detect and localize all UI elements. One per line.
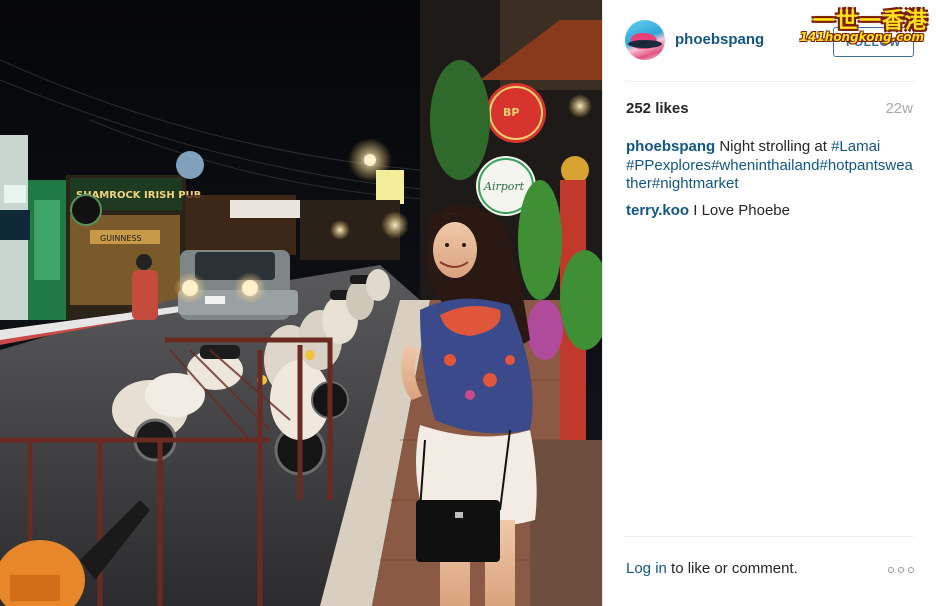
hashtag-link[interactable]: #nightmarket: [652, 175, 739, 192]
follow-button[interactable]: FOLLOW: [833, 27, 914, 57]
comment-list: phoebspang Night strolling at #Lamai #PPe…: [626, 138, 916, 228]
post-photo[interactable]: SHAMROCK IRISH PUB GUINNESS BP Airport: [0, 0, 602, 606]
comment-item: phoebspang Night strolling at #Lamai #PPe…: [626, 138, 916, 194]
dot-shape: [898, 567, 904, 573]
avatar-image-shape: [628, 40, 662, 48]
more-dots-icon[interactable]: [888, 565, 914, 575]
night-street-photo: SHAMROCK IRISH PUB GUINNESS BP Airport: [0, 0, 602, 606]
guinness-sign-text: GUINNESS: [100, 234, 142, 243]
footer-divider: [625, 536, 914, 537]
hashtag-link[interactable]: #Lamai: [831, 138, 880, 155]
post-time[interactable]: 22w: [885, 100, 913, 117]
avatar[interactable]: [625, 20, 665, 60]
dot-shape: [908, 567, 914, 573]
username-link[interactable]: phoebspang: [675, 31, 764, 48]
comment-text: Night strolling at: [719, 138, 832, 155]
svg-text:BP: BP: [503, 106, 519, 119]
hashtag-link[interactable]: #PPexplores: [626, 157, 711, 174]
post-info-panel: phoebspang FOLLOW 252 likes 22w phoebspa…: [602, 0, 936, 606]
likes-count[interactable]: 252 likes: [626, 100, 689, 117]
comment-item: terry.koo I Love Phoebe: [626, 202, 916, 221]
login-prompt-text: to like or comment.: [671, 560, 798, 577]
header-divider: [625, 81, 914, 82]
airport-sign-text: Airport: [483, 180, 525, 193]
post-header: phoebspang FOLLOW: [603, 0, 936, 82]
hashtag-link[interactable]: #wheninthailand: [711, 157, 819, 174]
comment-username[interactable]: phoebspang: [626, 138, 719, 155]
login-prompt: Log in to like or comment.: [626, 560, 798, 577]
comment-username[interactable]: terry.koo: [626, 202, 693, 219]
comment-text: I Love Phoebe: [693, 201, 790, 219]
login-link[interactable]: Log in: [626, 560, 667, 577]
dot-shape: [888, 567, 894, 573]
